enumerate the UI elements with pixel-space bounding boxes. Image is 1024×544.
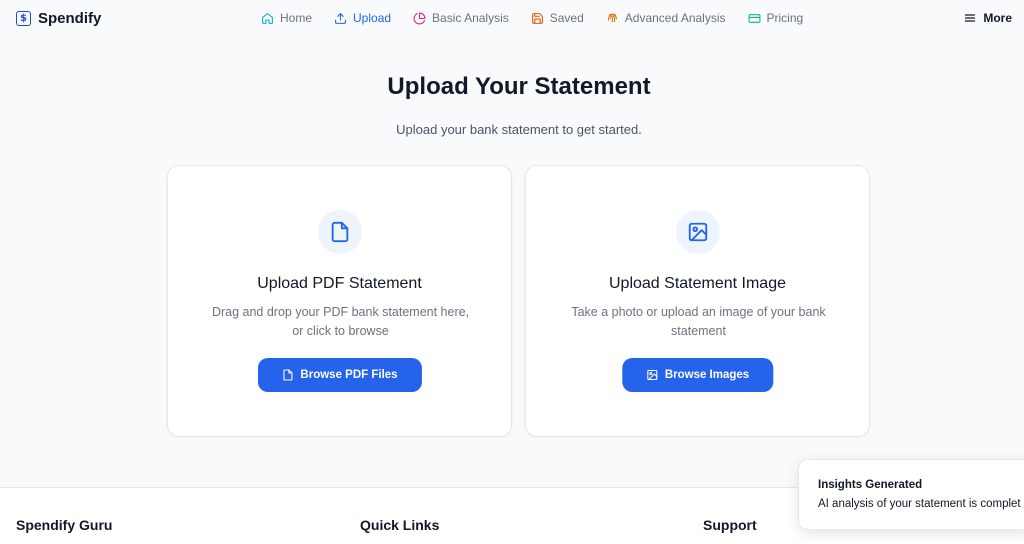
pdf-card-title: Upload PDF Statement <box>257 275 422 292</box>
brand-name: Spendify <box>38 10 102 27</box>
file-icon <box>282 369 292 381</box>
image-icon <box>688 222 707 242</box>
footer-heading-brand: Spendify Guru <box>16 517 113 533</box>
footer-heading-quick-links: Quick Links <box>360 517 440 533</box>
nav-label-upload: Upload <box>353 11 392 25</box>
nav-item-upload[interactable]: Upload <box>334 11 391 25</box>
footer-heading-support: Support <box>703 517 757 533</box>
browse-pdf-button[interactable]: Browse PDF Files <box>257 358 422 392</box>
brand-logo[interactable]: $ Spendify <box>16 10 101 27</box>
nav-label-saved: Saved <box>549 11 584 25</box>
browse-pdf-label: Browse PDF Files <box>300 369 398 381</box>
nav-links: Home Upload Basic Analysis Saved Advance… <box>261 11 825 25</box>
home-icon <box>262 12 273 24</box>
credit-card-icon <box>748 13 760 23</box>
fingerprint-icon <box>607 13 617 22</box>
image-icon <box>646 369 657 381</box>
save-icon <box>531 12 543 24</box>
browse-images-label: Browse Images <box>664 369 750 381</box>
nav-label-basic-analysis: Basic Analysis <box>432 11 509 25</box>
more-label: More <box>983 11 1012 25</box>
pie-chart-icon <box>413 12 426 24</box>
pdf-card-description: Drag and drop your PDF bank statement he… <box>211 305 470 338</box>
image-card-description: Take a photo or upload an image of your … <box>571 305 826 338</box>
toast-message: AI analysis of your statement is complet <box>818 498 1021 510</box>
nav-item-advanced-analysis[interactable]: Advanced Analysis <box>606 11 726 25</box>
nav-label-advanced-analysis: Advanced Analysis <box>624 11 726 25</box>
browse-images-button[interactable]: Browse Images <box>621 358 774 392</box>
nav-item-home[interactable]: Home <box>261 11 312 25</box>
file-icon <box>331 221 348 243</box>
pdf-card-icon-badge <box>317 210 362 254</box>
top-navbar: $ Spendify Home Upload Basic Analysis Sa… <box>0 0 1024 38</box>
upload-image-card[interactable]: Upload Statement Image Take a photo or u… <box>525 165 870 437</box>
nav-label-pricing: Pricing <box>766 11 804 25</box>
toast-notification[interactable]: Insights Generated AI analysis of your s… <box>798 459 1024 530</box>
image-card-icon-badge <box>675 210 720 254</box>
more-menu-button[interactable]: More <box>964 11 1012 25</box>
nav-item-basic-analysis[interactable]: Basic Analysis <box>413 11 509 25</box>
nav-item-saved[interactable]: Saved <box>531 11 584 25</box>
nav-label-home: Home <box>280 11 313 25</box>
menu-icon <box>965 14 976 22</box>
upload-icon <box>335 12 346 24</box>
toast-title: Insights Generated <box>818 479 923 491</box>
nav-item-pricing[interactable]: Pricing <box>748 11 804 25</box>
page-subtitle: Upload your bank statement to get starte… <box>396 122 642 137</box>
dollar-square-icon: $ <box>16 11 31 26</box>
image-card-title: Upload Statement Image <box>609 275 786 292</box>
page-title: Upload Your Statement <box>387 73 651 100</box>
upload-pdf-card[interactable]: Upload PDF Statement Drag and drop your … <box>167 165 512 437</box>
